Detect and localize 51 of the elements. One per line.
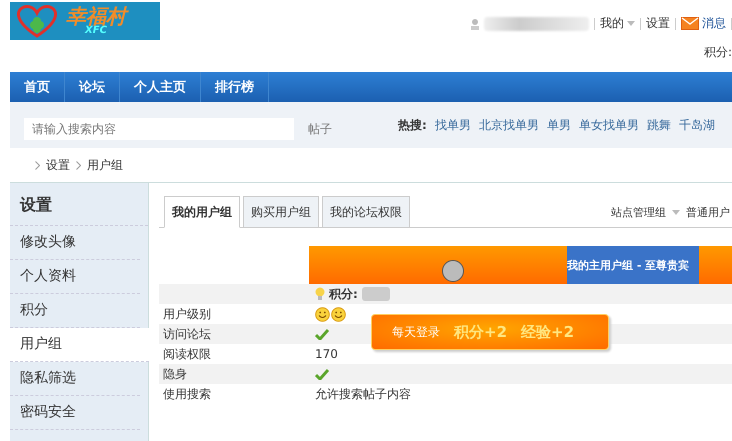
hot-search-link[interactable]: 北京找单男 — [478, 116, 539, 134]
permission-label: 使用搜索 — [162, 386, 212, 402]
caret-icon — [672, 210, 680, 214]
settings-link[interactable]: 设置 — [646, 15, 670, 32]
points-label: 积分: — [329, 286, 358, 302]
permission-label: 隐身 — [159, 364, 309, 384]
mail-icon — [681, 17, 699, 30]
tab[interactable]: 我的论坛权限 — [322, 196, 410, 228]
sidebar-item[interactable]: 修改头像 — [10, 226, 140, 260]
permission-value: 170 — [315, 347, 338, 361]
smiley-stars-icon — [315, 306, 347, 322]
my-menu[interactable]: 我的 — [600, 15, 635, 32]
checkmark-icon — [315, 328, 329, 340]
hot-search-label: 热搜: — [398, 116, 427, 134]
checkmark-icon — [315, 368, 329, 380]
permission-label: 访问论坛 — [159, 324, 309, 344]
blurred-points — [362, 287, 390, 301]
permission-label: 用户级别 — [162, 306, 212, 322]
breadcrumb-link[interactable]: 设置 — [46, 156, 70, 174]
breadcrumb-link[interactable]: 用户组 — [87, 156, 123, 174]
tab[interactable]: 我的用户组 — [164, 196, 240, 228]
sidebar-title: 设置 — [10, 183, 148, 226]
permission-label: 阅读权限 — [162, 346, 212, 362]
group-selector[interactable]: 普通用户 — [686, 204, 730, 220]
lightbulb-icon — [315, 287, 325, 301]
hot-search-link[interactable]: 跳舞 — [646, 116, 671, 134]
hot-search-link[interactable]: 单女找单男 — [578, 116, 639, 134]
messages-link[interactable]: 消息 — [681, 15, 726, 32]
permission-value: 允许搜索帖子内容 — [315, 386, 411, 402]
level-marker-icon — [442, 260, 464, 282]
reward-text: 经验+2 — [521, 322, 574, 342]
logo-subtitle: XFC — [85, 26, 107, 36]
user-icon — [471, 18, 479, 30]
hot-search-link[interactable]: 单男 — [546, 116, 571, 134]
search-field[interactable]: 请输入搜索内容 — [24, 118, 294, 140]
reward-text: 积分+2 — [454, 322, 508, 342]
tab[interactable]: 购买用户组 — [243, 196, 319, 228]
sidebar-item[interactable]: 个人资料 — [10, 260, 140, 294]
chevron-icon — [76, 160, 81, 170]
toast-text: 每天登录 — [392, 324, 440, 340]
sidebar-item[interactable]: 密码安全 — [10, 396, 140, 430]
search-scope[interactable]: 帖子 — [294, 120, 398, 138]
points-label: 积分: — [704, 44, 732, 61]
hot-search-link[interactable]: 找单男 — [434, 116, 471, 134]
caret-icon — [627, 21, 635, 26]
group-selector[interactable]: 站点管理组 — [611, 204, 666, 220]
sidebar-item[interactable]: 用户组 — [10, 328, 149, 362]
chevron-icon — [35, 160, 40, 170]
hot-search-link[interactable]: 千岛湖 — [678, 116, 715, 134]
sidebar-item[interactable]: 隐私筛选 — [10, 362, 140, 396]
main-group-label: 我的主用户组 - 至尊贵宾 — [567, 246, 699, 284]
